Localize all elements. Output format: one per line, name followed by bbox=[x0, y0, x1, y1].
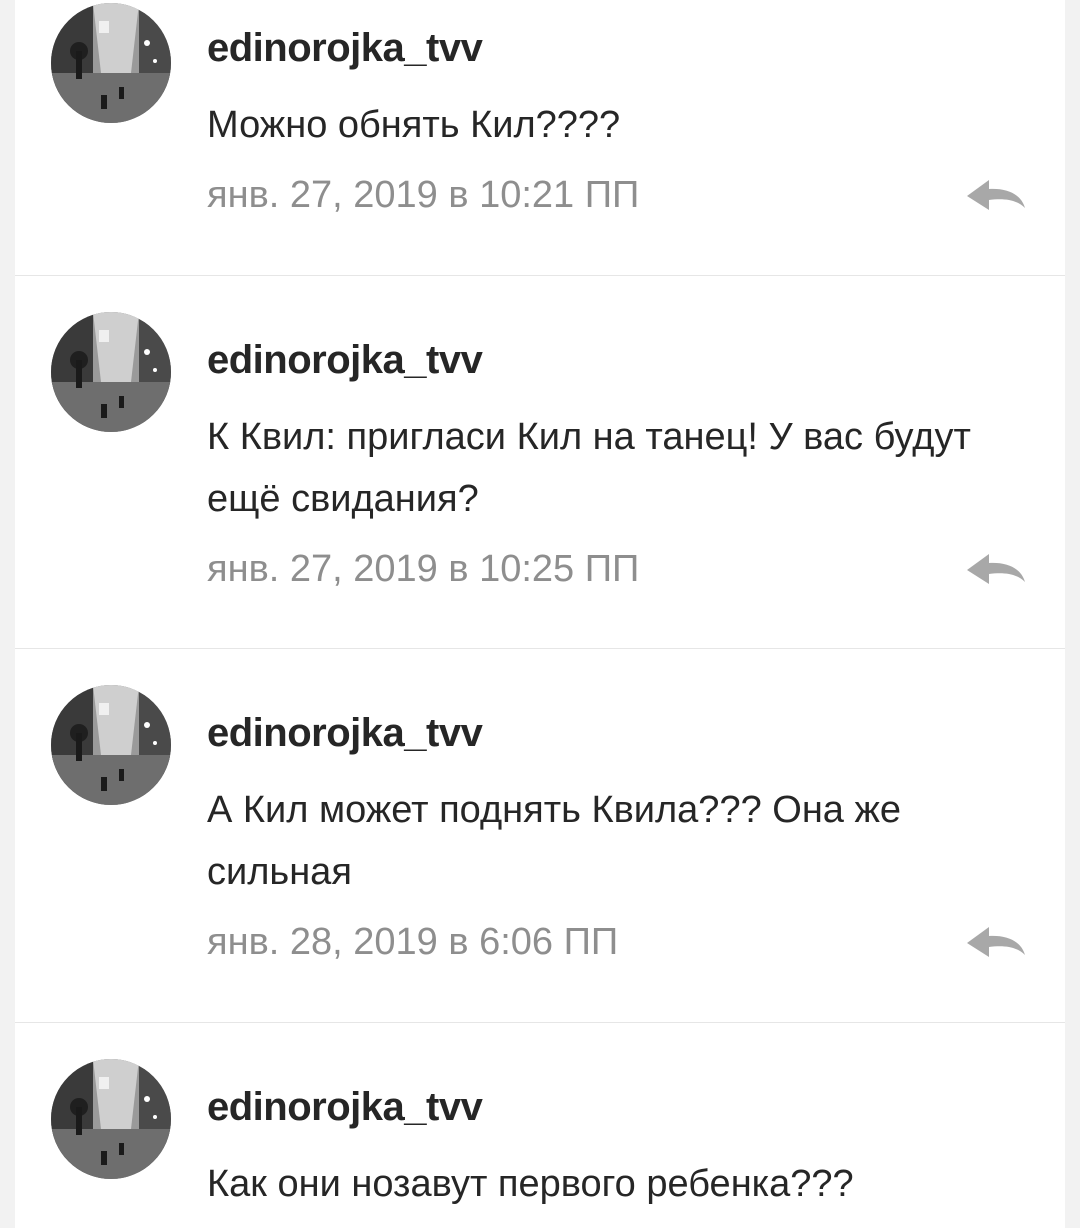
reply-button[interactable] bbox=[963, 550, 1027, 590]
reply-button[interactable] bbox=[963, 176, 1027, 216]
comment-text: А Кил может поднять Квила??? Она же силь… bbox=[207, 789, 902, 893]
reply-arrow-icon bbox=[967, 554, 1025, 584]
avatar[interactable] bbox=[51, 3, 171, 123]
comment-timestamp: янв. 27, 2019 в 10:25 ПП bbox=[207, 548, 640, 590]
comment-item: edinorojka_tvv Как они нозавут первого р… bbox=[15, 1023, 1065, 1228]
comment-text: Как они нозавут первого ребенка??? bbox=[207, 1163, 854, 1205]
reply-button[interactable] bbox=[963, 923, 1027, 963]
avatar-photo-icon bbox=[51, 1059, 171, 1179]
comment-username[interactable]: edinorojka_tvv bbox=[207, 338, 483, 383]
comment-text: К Квил: пригласи Кил на танец! У вас буд… bbox=[207, 416, 971, 520]
avatar-photo-icon bbox=[51, 312, 171, 432]
comment-username[interactable]: edinorojka_tvv bbox=[207, 1085, 483, 1130]
avatar[interactable] bbox=[51, 312, 171, 432]
avatar[interactable] bbox=[51, 1059, 171, 1179]
reply-arrow-icon bbox=[967, 180, 1025, 210]
comment-list: edinorojka_tvv Можно обнять Кил???? янв.… bbox=[15, 0, 1065, 1228]
comment-item: edinorojka_tvv Можно обнять Кил???? янв.… bbox=[15, 0, 1065, 276]
comment-timestamp: янв. 28, 2019 в 6:06 ПП bbox=[207, 921, 619, 963]
comment-username[interactable]: edinorojka_tvv bbox=[207, 26, 483, 71]
avatar-photo-icon bbox=[51, 3, 171, 123]
comment-item: edinorojka_tvv К Квил: пригласи Кил на т… bbox=[15, 276, 1065, 649]
comments-screen: edinorojka_tvv Можно обнять Кил???? янв.… bbox=[0, 0, 1080, 1228]
reply-arrow-icon bbox=[967, 927, 1025, 957]
comment-timestamp: янв. 27, 2019 в 10:21 ПП bbox=[207, 174, 640, 216]
avatar[interactable] bbox=[51, 685, 171, 805]
comment-username[interactable]: edinorojka_tvv bbox=[207, 711, 483, 756]
comment-item: edinorojka_tvv А Кил может поднять Квила… bbox=[15, 649, 1065, 1023]
comment-text: Можно обнять Кил???? bbox=[207, 104, 621, 146]
avatar-photo-icon bbox=[51, 685, 171, 805]
